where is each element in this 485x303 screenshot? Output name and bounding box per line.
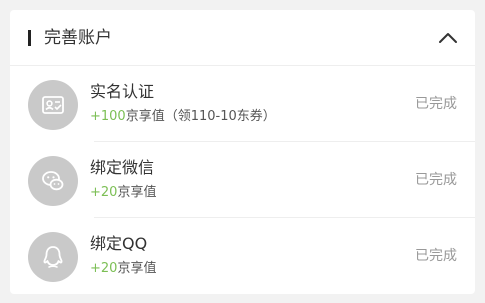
task-row-qq[interactable]: 绑定QQ +20京享值 已完成 <box>10 218 475 294</box>
chevron-up-icon[interactable] <box>435 25 461 51</box>
complete-account-card: 完善账户 实名认证 +100京享值（领110-10东券） 已完成 绑定微信 +2… <box>10 10 475 294</box>
task-reward: +100京享值（领110-10东券） <box>90 108 276 126</box>
reward-description: 京享值 <box>117 185 157 200</box>
reward-description: 京享值 <box>117 261 157 276</box>
reward-points: +20 <box>90 185 118 200</box>
id-card-icon <box>28 80 78 130</box>
reward-points: +100 <box>90 109 126 124</box>
reward-description: 京享值（领110-10东券） <box>125 109 276 124</box>
status-label: 已完成 <box>415 96 457 112</box>
task-reward: +20京享值 <box>90 260 156 278</box>
reward-points: +20 <box>90 261 118 276</box>
task-row-wechat[interactable]: 绑定微信 +20京享值 已完成 <box>10 142 475 218</box>
task-name: 绑定QQ <box>90 234 148 253</box>
task-name: 绑定微信 <box>90 158 155 177</box>
task-name: 实名认证 <box>90 82 155 101</box>
status-label: 已完成 <box>415 172 457 188</box>
status-label: 已完成 <box>415 248 457 264</box>
section-header[interactable]: 完善账户 <box>10 10 475 66</box>
title-accent-bar <box>28 30 31 46</box>
qq-icon <box>28 232 78 282</box>
task-reward: +20京享值 <box>90 184 156 202</box>
task-row-real-name[interactable]: 实名认证 +100京享值（领110-10东券） 已完成 <box>10 66 475 142</box>
section-title: 完善账户 <box>44 28 112 48</box>
wechat-icon <box>28 156 78 206</box>
